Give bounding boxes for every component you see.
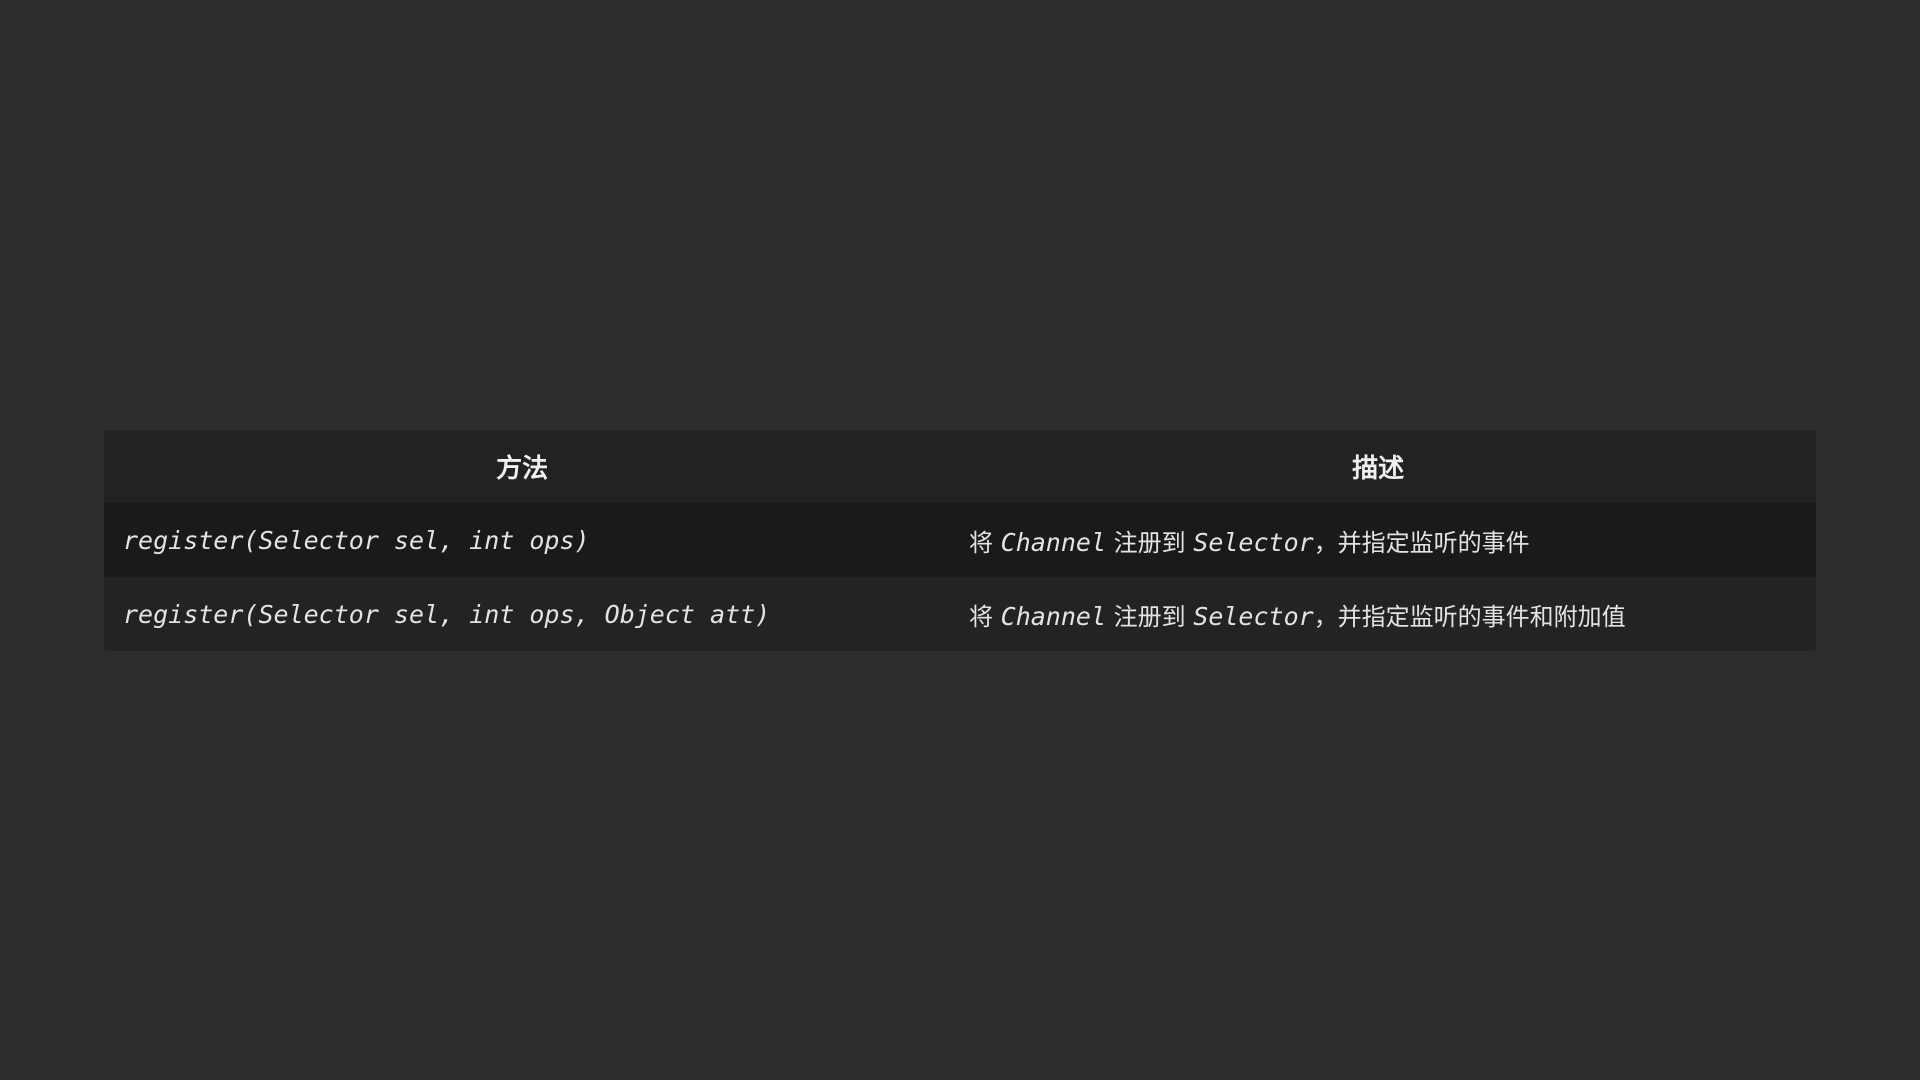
- method-cell: register(Selector sel, int ops): [104, 526, 969, 555]
- desc-code-selector: Selector: [1193, 527, 1314, 557]
- desc-code-selector: Selector: [1193, 601, 1314, 631]
- desc-code-channel: Channel: [1000, 527, 1106, 557]
- method-cell: register(Selector sel, int ops, Object a…: [104, 600, 969, 629]
- method-signature: register(Selector sel, int ops, Object a…: [123, 599, 771, 629]
- methods-table: 方法 描述 register(Selector sel, int ops) 将 …: [104, 430, 1816, 651]
- desc-text: ，并指定监听的事件和附加值: [1313, 602, 1626, 631]
- desc-text: 注册到: [1106, 528, 1194, 557]
- desc-code-channel: Channel: [1000, 601, 1106, 631]
- table-row: register(Selector sel, int ops, Object a…: [104, 577, 1816, 651]
- table-header-row: 方法 描述: [104, 430, 1816, 503]
- header-method: 方法: [496, 454, 549, 484]
- description-cell: 将 Channel 注册到 Selector，并指定监听的事件: [969, 523, 1816, 558]
- desc-text: 注册到: [1106, 602, 1194, 631]
- method-signature: register(Selector sel, int ops): [123, 525, 590, 555]
- desc-text: 将: [969, 528, 1001, 557]
- table-row: register(Selector sel, int ops) 将 Channe…: [104, 503, 1816, 577]
- desc-text: ，并指定监听的事件: [1313, 528, 1530, 557]
- header-description: 描述: [1352, 454, 1405, 484]
- description-cell: 将 Channel 注册到 Selector，并指定监听的事件和附加值: [969, 597, 1816, 632]
- desc-text: 将: [969, 602, 1001, 631]
